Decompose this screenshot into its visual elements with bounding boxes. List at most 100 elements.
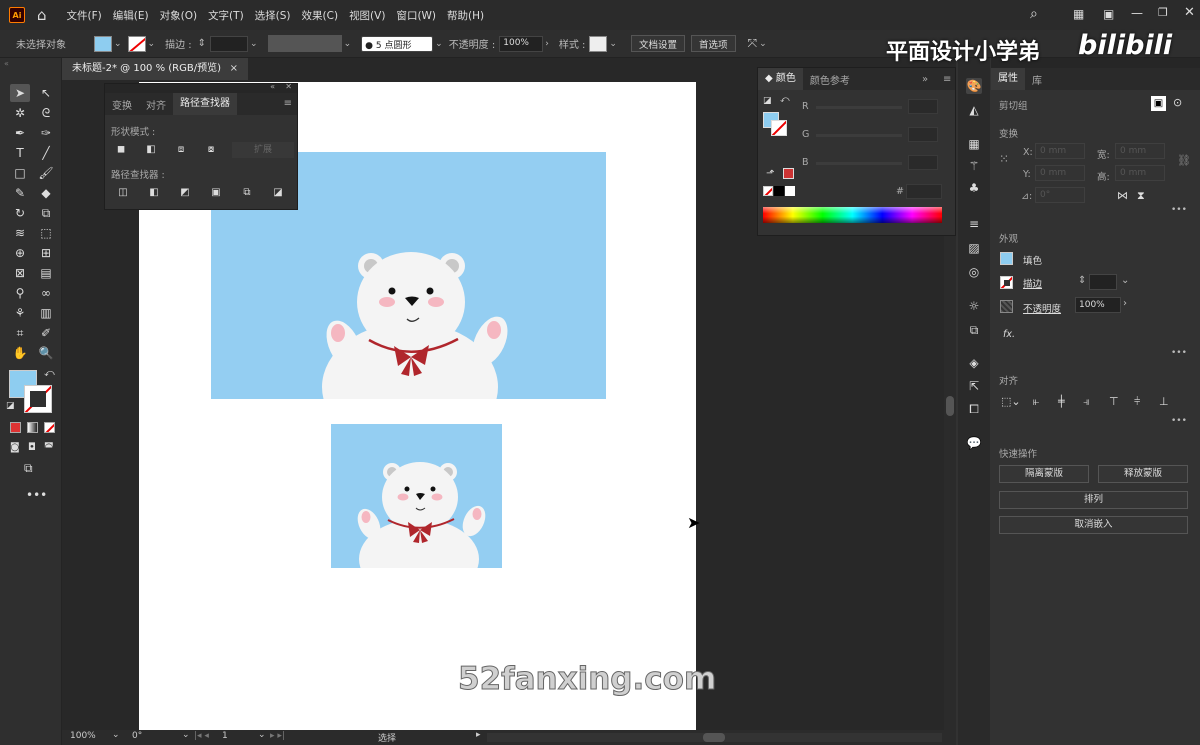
chevron-down-icon[interactable]: ⌄: [182, 730, 190, 740]
align-bottom-icon[interactable]: ⊥: [1159, 395, 1169, 408]
y-field[interactable]: 0 mm: [1035, 165, 1085, 181]
blend-tool-icon[interactable]: ∞: [36, 284, 56, 302]
stroke-weight-field[interactable]: [210, 35, 249, 52]
eraser-icon[interactable]: ◆: [36, 184, 56, 202]
chevron-right-icon[interactable]: ›: [545, 39, 549, 49]
menu-object[interactable]: 对象(O): [160, 8, 197, 23]
brush-definition[interactable]: ● 5 点圆形: [361, 35, 434, 52]
flip-vertical-icon[interactable]: ⧗: [1137, 189, 1145, 203]
white-swatch[interactable]: [785, 186, 795, 196]
style-swatch[interactable]: [589, 35, 608, 52]
warp-tool-icon[interactable]: ≋: [10, 224, 30, 242]
gradient-tool-icon[interactable]: ▤: [36, 264, 56, 282]
artboard-tool-icon[interactable]: ⌗: [10, 324, 30, 342]
zoom-level[interactable]: 100%: [70, 731, 96, 741]
menu-edit[interactable]: 编辑(E): [113, 8, 149, 23]
release-mask-button[interactable]: 释放蒙版: [1098, 465, 1188, 483]
stroke-weight-field[interactable]: [1089, 274, 1117, 290]
symbol-sprayer-icon[interactable]: ⚘: [10, 304, 30, 322]
scrollbar-thumb[interactable]: [946, 396, 954, 416]
restore-icon[interactable]: ❐: [1158, 6, 1168, 19]
reference-point-icon[interactable]: ⁙: [999, 152, 1009, 166]
more-options-icon[interactable]: •••: [1171, 205, 1187, 215]
menu-type[interactable]: 文字(T): [208, 8, 244, 23]
swap-colors-icon[interactable]: ⤺: [44, 368, 55, 379]
fill-swatch[interactable]: [1000, 252, 1013, 265]
merge-icon[interactable]: ◩: [178, 187, 192, 199]
unembed-button[interactable]: 取消嵌入: [999, 516, 1188, 534]
stepper-icon[interactable]: ⇕: [1078, 275, 1086, 286]
hand-tool-icon[interactable]: ✋: [10, 344, 30, 362]
gradient-panel-icon[interactable]: ▨: [966, 240, 982, 256]
appearance-icon[interactable]: ☼: [966, 298, 982, 314]
tab-properties[interactable]: 属性: [991, 68, 1025, 90]
swap-colors-icon[interactable]: ⤺: [780, 95, 790, 105]
column-graph-icon[interactable]: ▥: [36, 304, 56, 322]
last-artboard-icon[interactable]: ▸ ▸|: [270, 731, 285, 741]
intersect-icon[interactable]: ⧈: [174, 144, 188, 156]
opacity-field[interactable]: 100%: [499, 35, 544, 52]
flip-horizontal-icon[interactable]: ⋈: [1117, 189, 1128, 202]
out-of-gamut-icon[interactable]: ⬏: [766, 168, 774, 179]
magic-wand-icon[interactable]: ✲: [10, 104, 30, 122]
stroke-color-box[interactable]: [24, 385, 52, 413]
rectangle-tool-icon[interactable]: □: [10, 164, 30, 182]
opacity-label[interactable]: 不透明度: [1023, 301, 1061, 315]
zoom-tool-icon[interactable]: 🔍: [36, 344, 56, 362]
expand-button[interactable]: 扩展: [232, 142, 294, 158]
chevron-down-icon[interactable]: ⌄: [258, 730, 266, 740]
none-mode-icon[interactable]: [44, 422, 55, 433]
more-tools-icon[interactable]: •••: [26, 488, 47, 502]
minus-back-icon[interactable]: ◪: [271, 187, 285, 199]
menu-window[interactable]: 窗口(W): [396, 8, 436, 23]
panel-header[interactable]: «✕: [105, 82, 297, 93]
align-right-icon[interactable]: ⫣: [1083, 395, 1090, 409]
menu-file[interactable]: 文件(F): [67, 8, 102, 23]
chevron-down-icon[interactable]: ⌄: [114, 39, 122, 49]
first-artboard-icon[interactable]: |◂ ◂: [194, 731, 209, 741]
scale-tool-icon[interactable]: ⧉: [36, 204, 56, 222]
line-tool-icon[interactable]: ╱: [36, 144, 56, 162]
b-value-field[interactable]: [908, 155, 938, 170]
shaper-tool-icon[interactable]: ✎: [10, 184, 30, 202]
close-window-icon[interactable]: ✕: [1184, 5, 1195, 20]
artboard-number[interactable]: 1: [222, 731, 228, 741]
color-spectrum[interactable]: [763, 207, 942, 223]
chevron-down-icon[interactable]: ⌄: [250, 39, 258, 49]
panel-menu-icon[interactable]: ≡: [284, 98, 292, 109]
eyedropper-icon[interactable]: ⚲: [10, 284, 30, 302]
minimize-icon[interactable]: —: [1131, 6, 1143, 20]
angle-field[interactable]: 0°: [1035, 187, 1085, 203]
align-left-icon[interactable]: ⫦: [1033, 395, 1039, 409]
isolate-mask-button[interactable]: 隔离蒙版: [999, 465, 1089, 483]
color-guide-icon[interactable]: ◭: [966, 102, 982, 118]
align-top-icon[interactable]: ⊤: [1109, 395, 1119, 408]
stroke-swatch[interactable]: [127, 35, 146, 52]
variable-width-profile[interactable]: [267, 35, 342, 52]
divide-icon[interactable]: ◫: [116, 187, 130, 199]
collapse-icon[interactable]: «: [270, 82, 275, 91]
document-setup-button[interactable]: 文档设置: [630, 35, 685, 52]
tab-color[interactable]: ◆ 颜色: [758, 68, 803, 90]
crop-icon[interactable]: ▣: [209, 187, 223, 199]
g-value-field[interactable]: [908, 127, 938, 142]
arrange-documents-icon[interactable]: ▦: [1073, 7, 1084, 21]
export-icon[interactable]: ⇱: [966, 378, 982, 394]
graphic-styles-icon[interactable]: ⧉: [966, 322, 982, 338]
close-tab-icon[interactable]: ×: [230, 58, 238, 80]
transform-icon[interactable]: ⤧: [748, 36, 758, 51]
b-slider[interactable]: [816, 162, 902, 165]
menu-select[interactable]: 选择(S): [255, 8, 291, 23]
gamut-color-swatch[interactable]: [783, 168, 794, 179]
default-colors-icon[interactable]: ◪: [6, 401, 15, 411]
color-mode-icon[interactable]: [10, 422, 21, 433]
menu-effect[interactable]: 效果(C): [302, 8, 339, 23]
panel-menu-icon[interactable]: ≡: [943, 74, 951, 85]
chevron-down-icon[interactable]: ⌄: [344, 39, 352, 49]
workspace-icon[interactable]: ▣: [1103, 7, 1114, 21]
tab-pathfinder[interactable]: 路径查找器: [173, 93, 237, 115]
tab-color-guide[interactable]: 颜色参考: [803, 72, 857, 87]
stepper-icon[interactable]: ⇕: [198, 38, 206, 49]
preferences-button[interactable]: 首选项: [690, 35, 736, 52]
chevron-right-icon[interactable]: ▸: [476, 730, 481, 740]
